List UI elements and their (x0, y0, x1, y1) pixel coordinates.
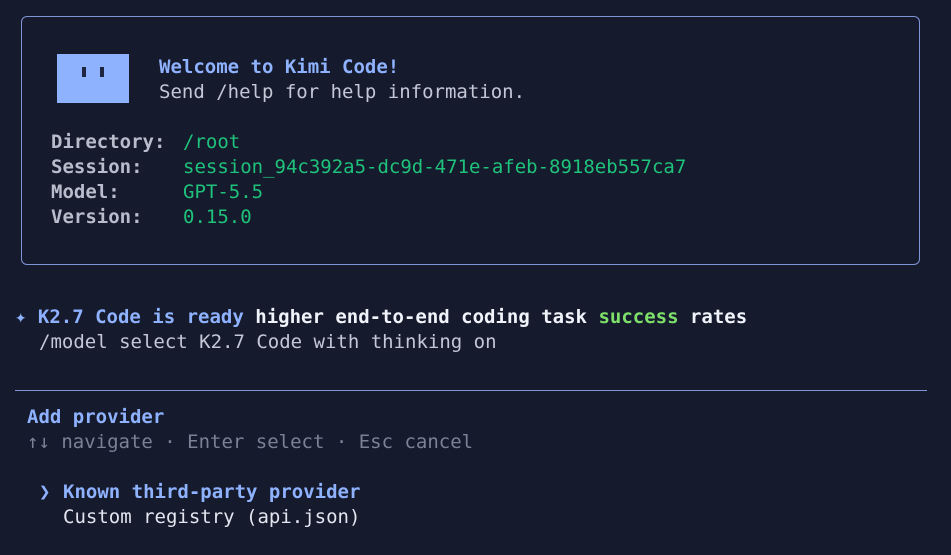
session-value: session_94c392a5-dc9d-471e-afeb-8918eb55… (183, 156, 687, 178)
announcement-success-word: success (598, 306, 679, 328)
model-value: GPT-5.5 (183, 181, 264, 203)
logo-right-eye (100, 67, 104, 77)
session-label: Session: (51, 156, 143, 178)
provider-menu-title: Add provider (27, 406, 165, 428)
option-known-third-party-provider[interactable]: Known third-party provider (63, 480, 360, 505)
menu-cursor-icon: ❯ (39, 481, 51, 503)
provider-menu-help: ↑↓ navigate · Enter select · Esc cancel (27, 431, 474, 453)
option-custom-registry[interactable]: Custom registry (api.json) (63, 505, 360, 530)
directory-value: /root (183, 131, 241, 153)
announcement-highlight: K2.7 Code is ready (37, 306, 244, 328)
welcome-subtitle: Send /help for help information. (159, 81, 526, 103)
announcement-hint: /model select K2.7 Code with thinking on (39, 331, 497, 353)
announcement-text-after: rates (689, 306, 748, 328)
logo-left-eye (82, 67, 86, 77)
version-value: 0.15.0 (183, 206, 252, 228)
model-label: Model: (51, 181, 120, 203)
kimi-logo-icon (57, 54, 129, 103)
announcement-line: ✦ K2.7 Code is ready higher end-to-end c… (15, 305, 747, 330)
version-label: Version: (51, 206, 143, 228)
directory-label: Directory: (51, 131, 166, 153)
section-divider (15, 390, 927, 391)
welcome-title: Welcome to Kimi Code! (159, 56, 400, 78)
sparkle-icon: ✦ (15, 306, 27, 328)
announcement-text-before: higher end-to-end coding task (255, 306, 587, 328)
